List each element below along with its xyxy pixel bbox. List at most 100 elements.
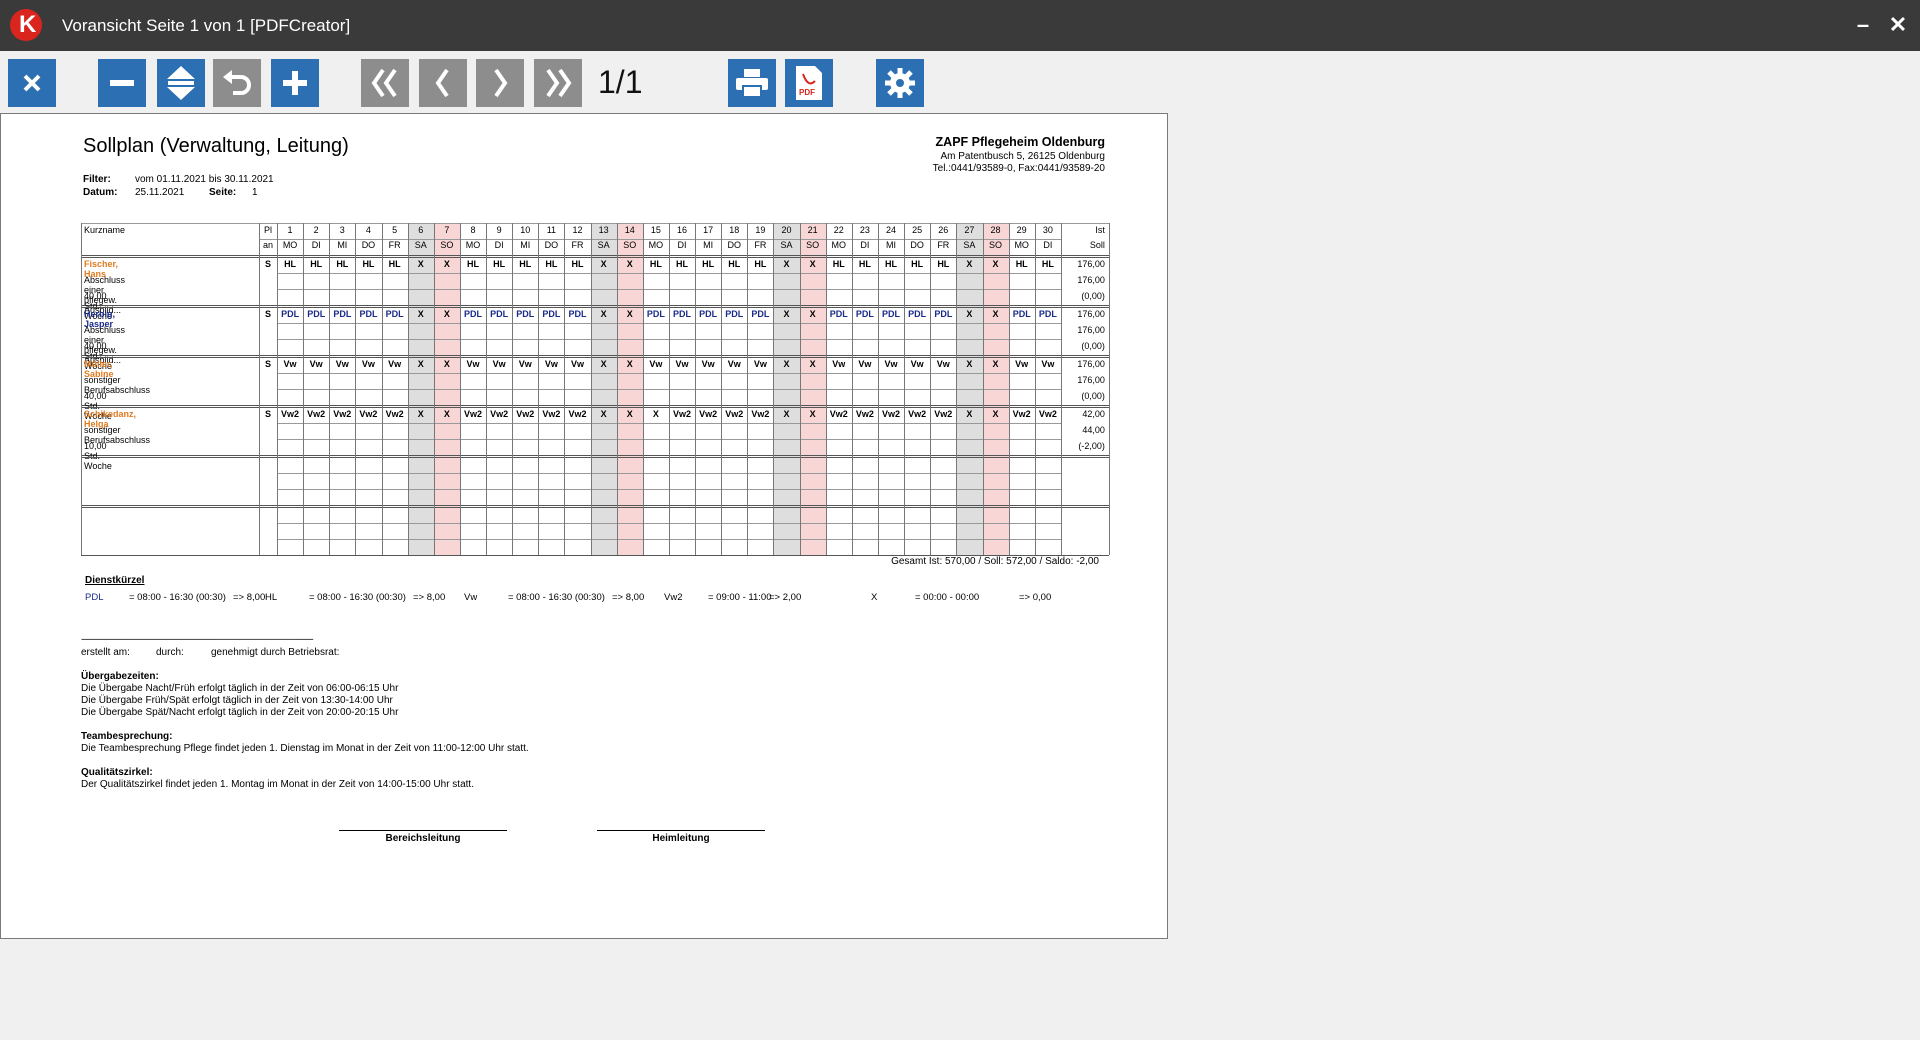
shift-cell[interactable]: HL xyxy=(303,259,329,269)
shift-cell[interactable]: HL xyxy=(382,259,408,269)
shift-cell[interactable]: PDL xyxy=(382,309,408,319)
shift-cell[interactable]: Vw2 xyxy=(930,409,956,419)
shift-cell[interactable]: PDL xyxy=(904,309,930,319)
shift-cell[interactable]: X xyxy=(434,309,460,319)
shift-cell[interactable]: PDL xyxy=(486,309,512,319)
shift-cell[interactable]: HL xyxy=(852,259,878,269)
shift-cell[interactable]: X xyxy=(591,409,617,419)
shift-cell[interactable]: Vw xyxy=(277,359,303,369)
shift-cell[interactable]: X xyxy=(434,359,460,369)
shift-cell[interactable]: Vw2 xyxy=(695,409,721,419)
shift-cell[interactable]: X xyxy=(800,409,826,419)
first-page-button[interactable] xyxy=(361,59,409,107)
shift-cell[interactable]: X xyxy=(591,259,617,269)
shift-cell[interactable]: Vw2 xyxy=(382,409,408,419)
shift-cell[interactable]: X xyxy=(773,259,799,269)
shift-cell[interactable]: X xyxy=(983,259,1009,269)
shift-cell[interactable]: Vw xyxy=(878,359,904,369)
shift-cell[interactable]: Vw2 xyxy=(277,409,303,419)
settings-button[interactable] xyxy=(876,59,924,107)
shift-cell[interactable]: HL xyxy=(1009,259,1035,269)
shift-cell[interactable]: X xyxy=(800,359,826,369)
close-preview-button[interactable] xyxy=(8,59,56,107)
shift-cell[interactable]: X xyxy=(617,259,643,269)
shift-cell[interactable]: Vw xyxy=(826,359,852,369)
shift-cell[interactable]: Vw xyxy=(564,359,590,369)
shift-cell[interactable]: X xyxy=(617,409,643,419)
shift-cell[interactable]: Vw2 xyxy=(329,409,355,419)
shift-cell[interactable]: Vw2 xyxy=(669,409,695,419)
shift-cell[interactable]: PDL xyxy=(643,309,669,319)
shift-cell[interactable]: X xyxy=(773,309,799,319)
shift-cell[interactable]: X xyxy=(408,309,434,319)
shift-cell[interactable]: HL xyxy=(826,259,852,269)
shift-cell[interactable]: Vw2 xyxy=(460,409,486,419)
shift-cell[interactable]: Vw xyxy=(695,359,721,369)
shift-cell[interactable]: Vw2 xyxy=(747,409,773,419)
close-window-button[interactable]: ✕ xyxy=(1885,12,1911,38)
shift-cell[interactable]: PDL xyxy=(852,309,878,319)
shift-cell[interactable]: PDL xyxy=(669,309,695,319)
shift-cell[interactable]: PDL xyxy=(695,309,721,319)
shift-cell[interactable]: X xyxy=(773,359,799,369)
shift-cell[interactable]: X xyxy=(434,259,460,269)
shift-cell[interactable]: PDL xyxy=(564,309,590,319)
zoom-out-button[interactable] xyxy=(98,59,146,107)
shift-cell[interactable]: Vw2 xyxy=(512,409,538,419)
shift-cell[interactable]: Vw xyxy=(643,359,669,369)
shift-cell[interactable]: X xyxy=(643,409,669,419)
shift-cell[interactable]: HL xyxy=(355,259,381,269)
shift-cell[interactable]: Vw2 xyxy=(878,409,904,419)
shift-cell[interactable]: Vw xyxy=(303,359,329,369)
shift-cell[interactable]: X xyxy=(983,359,1009,369)
shift-cell[interactable]: Vw2 xyxy=(564,409,590,419)
shift-cell[interactable]: HL xyxy=(878,259,904,269)
shift-cell[interactable]: PDL xyxy=(826,309,852,319)
shift-cell[interactable]: Vw xyxy=(669,359,695,369)
shift-cell[interactable]: Vw2 xyxy=(303,409,329,419)
shift-cell[interactable]: Vw xyxy=(512,359,538,369)
shift-cell[interactable]: Vw xyxy=(852,359,878,369)
shift-cell[interactable]: Vw xyxy=(460,359,486,369)
shift-cell[interactable]: Vw2 xyxy=(852,409,878,419)
shift-cell[interactable]: X xyxy=(617,359,643,369)
shift-cell[interactable]: Vw xyxy=(1009,359,1035,369)
shift-cell[interactable]: HL xyxy=(695,259,721,269)
shift-cell[interactable]: Vw2 xyxy=(904,409,930,419)
shift-cell[interactable]: X xyxy=(408,359,434,369)
shift-cell[interactable]: X xyxy=(956,409,982,419)
shift-cell[interactable]: Vw xyxy=(747,359,773,369)
shift-cell[interactable]: PDL xyxy=(355,309,381,319)
shift-cell[interactable]: HL xyxy=(564,259,590,269)
shift-cell[interactable]: Vw xyxy=(721,359,747,369)
shift-cell[interactable]: X xyxy=(956,359,982,369)
shift-cell[interactable]: PDL xyxy=(329,309,355,319)
shift-cell[interactable]: HL xyxy=(721,259,747,269)
shift-cell[interactable]: Vw2 xyxy=(1035,409,1061,419)
shift-cell[interactable]: HL xyxy=(512,259,538,269)
pdf-button[interactable]: PDF xyxy=(785,59,833,107)
previous-page-button[interactable] xyxy=(419,59,467,107)
shift-cell[interactable]: Vw xyxy=(538,359,564,369)
shift-cell[interactable]: Vw xyxy=(904,359,930,369)
shift-cell[interactable]: X xyxy=(591,359,617,369)
shift-cell[interactable]: HL xyxy=(486,259,512,269)
shift-cell[interactable]: Vw2 xyxy=(721,409,747,419)
print-button[interactable] xyxy=(728,59,776,107)
shift-cell[interactable]: PDL xyxy=(277,309,303,319)
shift-cell[interactable]: X xyxy=(983,309,1009,319)
shift-cell[interactable]: Vw2 xyxy=(486,409,512,419)
shift-cell[interactable]: PDL xyxy=(538,309,564,319)
shift-cell[interactable]: X xyxy=(591,309,617,319)
shift-cell[interactable]: HL xyxy=(538,259,564,269)
shift-cell[interactable]: PDL xyxy=(303,309,329,319)
shift-cell[interactable]: HL xyxy=(904,259,930,269)
shift-cell[interactable]: X xyxy=(434,409,460,419)
next-page-button[interactable] xyxy=(476,59,524,107)
shift-cell[interactable]: X xyxy=(956,309,982,319)
shift-cell[interactable]: PDL xyxy=(930,309,956,319)
shift-cell[interactable]: Vw xyxy=(486,359,512,369)
shift-cell[interactable]: HL xyxy=(277,259,303,269)
last-page-button[interactable] xyxy=(534,59,582,107)
minimize-button[interactable]: – xyxy=(1850,12,1876,38)
